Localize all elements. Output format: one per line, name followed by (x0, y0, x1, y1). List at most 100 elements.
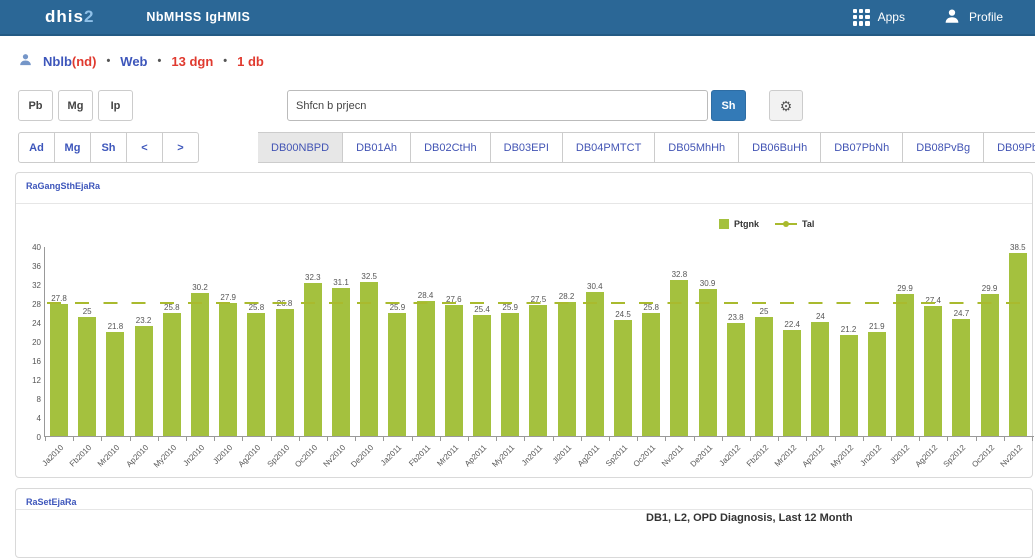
bar-Ag2010[interactable] (247, 313, 265, 436)
legend-bar-swatch-icon (719, 219, 729, 229)
bar-Ja2012[interactable] (727, 323, 745, 436)
panel1-action-links[interactable]: RaGangSthEjaRa (26, 181, 100, 191)
tab-db03epi[interactable]: DB03EPI (490, 132, 563, 163)
bar-value-label: 28.2 (552, 292, 582, 301)
tab-db05mhhh[interactable]: DB05MhHh (654, 132, 739, 163)
x-axis-tick (73, 437, 74, 441)
bar-Jl2010[interactable] (219, 303, 237, 436)
tab-db02cthh[interactable]: DB02CtHh (410, 132, 491, 163)
tab-db08pvbg[interactable]: DB08PvBg (902, 132, 984, 163)
bar-value-label: 32.8 (664, 270, 694, 279)
x-axis-tick (101, 437, 102, 441)
context-alert-1: 13 dgn (171, 54, 213, 69)
y-axis-label: 40 (18, 243, 41, 252)
y-axis-label: 24 (18, 319, 41, 328)
profile-menu[interactable]: Profile (943, 7, 1003, 28)
y-axis-label: 0 (18, 433, 41, 442)
bar-Mr2011[interactable] (445, 305, 463, 436)
x-axis-tick (468, 437, 469, 441)
bar-Jl2011[interactable] (558, 302, 576, 436)
bar-Ag2011[interactable] (586, 292, 604, 436)
dhis2-logo[interactable]: dhis2 (45, 7, 94, 27)
navbar-right: Apps Profile (853, 7, 1003, 28)
bar-Ja2010[interactable] (50, 304, 68, 436)
bar-Ap2010[interactable] (135, 326, 153, 436)
toolbar-button-pb[interactable]: Pb (18, 90, 53, 121)
bar-Ap2012[interactable] (811, 322, 829, 436)
x-axis-tick (947, 437, 948, 441)
tab-db07pbnh[interactable]: DB07PbNh (820, 132, 903, 163)
bar-Ja2011[interactable] (388, 313, 406, 436)
bar-Fb2010[interactable] (78, 317, 96, 436)
bar-Ag2012[interactable] (924, 306, 942, 436)
x-axis-tick (271, 437, 272, 441)
y-axis-label: 16 (18, 357, 41, 366)
bar-Oc2012[interactable] (981, 294, 999, 436)
x-axis-tick (186, 437, 187, 441)
x-axis-tick (835, 437, 836, 441)
bar-My2011[interactable] (501, 313, 519, 436)
bar-Jn2010[interactable] (191, 293, 209, 436)
bar-De2011[interactable] (699, 289, 717, 436)
tab-db09pbbs[interactable]: DB09PbBs (983, 132, 1035, 163)
x-axis-tick (158, 437, 159, 441)
x-axis-tick (919, 437, 920, 441)
bar-Oc2010[interactable] (304, 283, 322, 436)
bar-Fb2011[interactable] (417, 301, 435, 436)
bar-Nv2010[interactable] (332, 288, 350, 436)
legend-item-target[interactable]: Tal (775, 219, 814, 229)
bar-Mr2010[interactable] (106, 332, 124, 436)
bar-Ap2011[interactable] (473, 315, 491, 436)
bar-Jn2012[interactable] (868, 332, 886, 436)
search-input[interactable] (287, 90, 708, 121)
x-axis-tick (383, 437, 384, 441)
bar-My2012[interactable] (840, 335, 858, 436)
x-axis-tick (524, 437, 525, 441)
x-axis-tick (355, 437, 356, 441)
user-name: Nblb (43, 54, 72, 69)
bar-De2010[interactable] (360, 282, 378, 436)
panel2-action-links[interactable]: RaSetEjaRa (26, 497, 77, 507)
tab-db04pmtct[interactable]: DB04PMTCT (562, 132, 655, 163)
search-button[interactable]: Sh (711, 90, 746, 121)
tab-db01ah[interactable]: DB01Ah (342, 132, 411, 163)
bar-Sp2012[interactable] (952, 319, 970, 436)
pager-button-mg[interactable]: Mg (54, 132, 91, 163)
pager-button->[interactable]: > (162, 132, 199, 163)
user-name-link[interactable]: Nblb(nd) (43, 54, 96, 69)
bar-Jn2011[interactable] (529, 305, 547, 436)
toolbar-button-ip[interactable]: Ip (98, 90, 133, 121)
x-axis-tick (440, 437, 441, 441)
settings-gear-button[interactable]: ⚙ (769, 90, 803, 121)
pager-button-sh[interactable]: Sh (90, 132, 127, 163)
bar-Fb2012[interactable] (755, 317, 773, 436)
pager-button-<[interactable]: < (126, 132, 163, 163)
bar-Sp2010[interactable] (276, 309, 294, 436)
bar-value-label: 22.4 (777, 320, 807, 329)
apps-menu[interactable]: Apps (853, 9, 905, 26)
context-alert-2: 1 db (237, 54, 264, 69)
bar-value-label: 32.5 (354, 272, 384, 281)
bar-Nv2012[interactable] (1009, 253, 1027, 436)
bar-value-label: 31.1 (326, 278, 356, 287)
legend-item-series[interactable]: Ptgnk (719, 219, 759, 229)
bar-Oc2011[interactable] (642, 313, 660, 436)
bar-value-label: 24 (805, 312, 835, 321)
bar-Jl2012[interactable] (896, 294, 914, 436)
tab-db06buhh[interactable]: DB06BuHh (738, 132, 821, 163)
apps-grid-icon (853, 9, 870, 26)
bar-Sp2011[interactable] (614, 320, 632, 436)
bar-value-label: 30.4 (580, 282, 610, 291)
context-item-2[interactable]: Web (120, 54, 147, 69)
bar-value-label: 32.3 (298, 273, 328, 282)
y-axis-label: 36 (18, 262, 41, 271)
bar-Mr2012[interactable] (783, 330, 801, 436)
bar-My2010[interactable] (163, 313, 181, 436)
tab-db00nbpd[interactable]: DB00NBPD (258, 132, 343, 163)
pager-button-ad[interactable]: Ad (18, 132, 55, 163)
x-axis-tick (1004, 437, 1005, 441)
chart-panel-1: RaGangSthEjaRa Ptgnk Tal 048121620242832… (15, 172, 1033, 478)
panel2-chart-title: DB1, L2, OPD Diagnosis, Last 12 Month (646, 512, 853, 524)
toolbar-button-mg[interactable]: Mg (58, 90, 93, 121)
bar-value-label: 25.4 (467, 305, 497, 314)
